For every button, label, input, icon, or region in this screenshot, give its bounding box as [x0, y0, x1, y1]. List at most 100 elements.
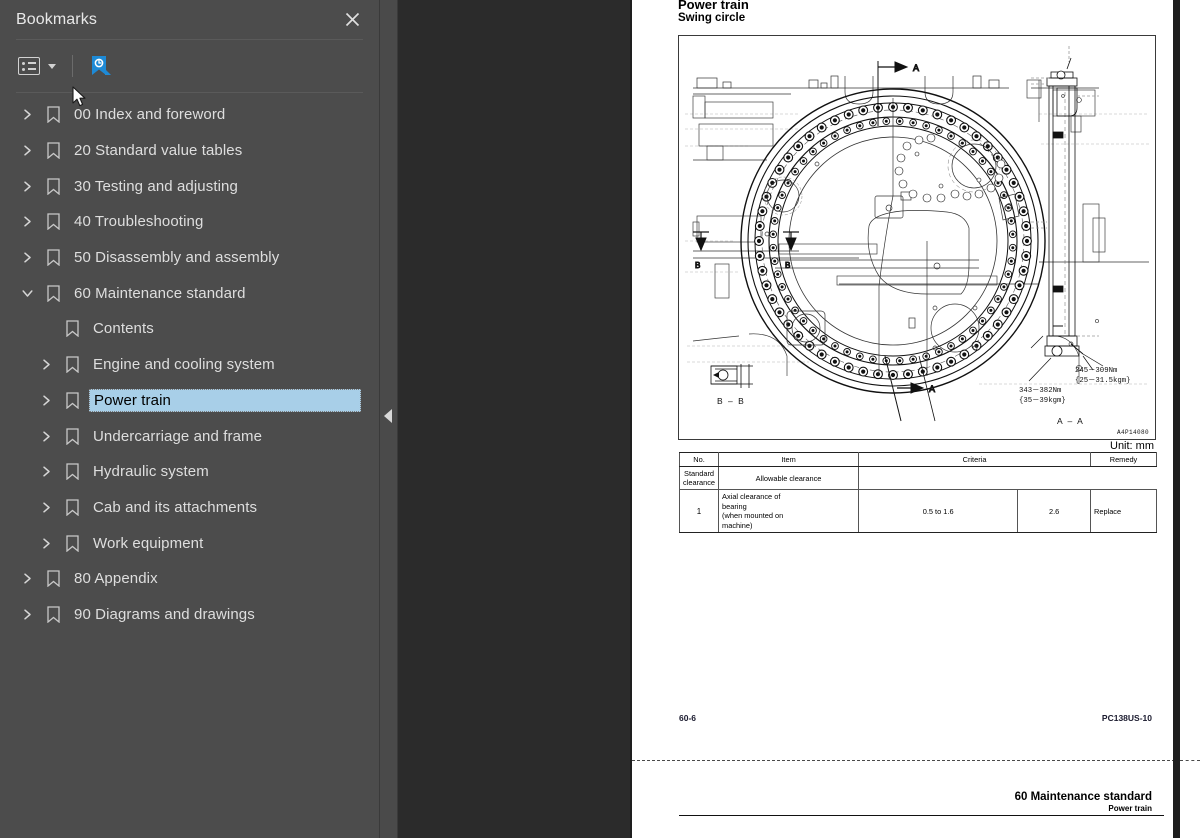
bookmark-options-button[interactable] [16, 55, 58, 77]
chevron-right-icon[interactable] [14, 216, 40, 227]
next-page-header: 60 Maintenance standard Power train [1015, 791, 1152, 814]
svg-text:A: A [913, 63, 919, 73]
chevron-right-icon[interactable] [14, 573, 40, 584]
bookmark-icon [59, 463, 85, 481]
tree-item-label: 50 Disassembly and assembly [74, 249, 280, 267]
chevron-right-icon[interactable] [33, 395, 59, 406]
chevron-right-icon[interactable] [14, 109, 40, 120]
tree-item-label: 00 Index and foreword [74, 106, 226, 124]
torque-1-line1: 245－309Nm [1075, 367, 1117, 375]
bookmark-icon [40, 178, 66, 195]
detail-bb-caption: B – B [717, 396, 745, 406]
detail-aa-caption: A – A [1057, 416, 1084, 426]
unit-note: Unit: mm [1110, 440, 1154, 452]
tree-item-undercarriage-and-frame[interactable]: Undercarriage and frame [0, 418, 379, 454]
chevron-right-icon[interactable] [33, 502, 59, 513]
chevron-right-icon[interactable] [14, 609, 40, 620]
bookmarks-tree[interactable]: 00 Index and foreword 20 Standard value t… [0, 93, 379, 838]
tree-item-label: 40 Troubleshooting [74, 213, 204, 231]
next-page-title: 60 Maintenance standard [1014, 791, 1152, 803]
technical-drawing: A A B B B – B 343－382Nm {35－39kgm} 245－3… [678, 35, 1156, 440]
page-title: Power train [678, 0, 749, 12]
bookmark-icon [40, 249, 66, 267]
svg-text:B: B [695, 261, 700, 270]
table-header-row: No. Item Criteria Remedy [678, 451, 1157, 468]
table-subheader-row: Standard clearance Allowable clearance [678, 466, 1157, 491]
bookmark-icon [40, 106, 66, 124]
panel-title: Bookmarks [16, 10, 97, 28]
chevron-right-icon[interactable] [14, 145, 40, 156]
chevron-right-icon[interactable] [14, 252, 40, 263]
tree-item-label: 30 Testing and adjusting [74, 177, 238, 195]
bookmark-icon [59, 320, 85, 338]
page-number: 60-6 [679, 713, 697, 723]
svg-text:A: A [929, 384, 935, 394]
drawing-id: A4P14080 [1116, 429, 1149, 436]
bookmark-icon [59, 392, 85, 409]
tree-item-label: Work equipment [93, 534, 204, 552]
tree-item-80-appendix[interactable]: 80 Appendix [0, 561, 379, 597]
page-right-edge [1173, 0, 1180, 838]
tree-item-cab-and-its-attachments[interactable]: Cab and its attachments [0, 490, 379, 526]
tree-item-label: Engine and cooling system [93, 356, 275, 374]
tree-item-00-index-and-foreword[interactable]: 00 Index and foreword [0, 97, 379, 133]
cell-allowable-clearance: 2.6 [1017, 489, 1091, 534]
bookmark-icon [59, 427, 85, 445]
cell-remedy: Replace [1090, 489, 1157, 534]
tree-item-20-standard-value-tables[interactable]: 20 Standard value tables [0, 133, 379, 169]
tree-item-label: Hydraulic system [93, 463, 209, 481]
tree-item-label: 20 Standard value tables [74, 142, 243, 160]
chevron-right-icon[interactable] [33, 538, 59, 549]
page-separator [632, 760, 1200, 761]
tree-item-power-train[interactable]: Power train [0, 383, 379, 419]
bookmark-icon [40, 142, 66, 160]
tree-item-90-diagrams-and-drawings[interactable]: 90 Diagrams and drawings [0, 597, 379, 633]
list-options-icon [18, 57, 40, 75]
bookmark-icon [59, 534, 85, 552]
tree-item-label: Undercarriage and frame [93, 427, 263, 445]
th-criteria: Criteria [858, 451, 1091, 468]
bookmark-icon [40, 570, 66, 588]
chevron-down-icon[interactable] [14, 288, 40, 299]
page-subtitle: Swing circle [678, 12, 746, 24]
tree-item-engine-and-cooling-system[interactable]: Engine and cooling system [0, 347, 379, 383]
panel-splitter[interactable] [380, 0, 398, 838]
chevron-right-icon[interactable] [33, 359, 59, 370]
page-footer: 60-6 PC138US-10 [632, 713, 1200, 727]
next-page-rule [679, 815, 1164, 816]
specification-table: No. Item Criteria Remedy Standard cleara… [678, 451, 1157, 534]
chevron-right-icon[interactable] [33, 466, 59, 477]
new-bookmark-icon[interactable] [87, 53, 113, 79]
torque-2-line1: 343－382Nm [1019, 387, 1061, 395]
bookmark-icon [40, 213, 66, 231]
chevron-right-icon[interactable] [14, 181, 40, 192]
tree-item-hydraulic-system[interactable]: Hydraulic system [0, 454, 379, 490]
th-item: Item [718, 451, 860, 468]
bookmarks-panel-header: Bookmarks [0, 0, 379, 39]
collapse-panel-arrow[interactable] [384, 409, 392, 423]
close-icon[interactable] [339, 7, 365, 33]
cell-item: Axial clearance of bearing (when mounted… [718, 489, 860, 534]
bookmark-icon [59, 356, 85, 374]
th-no: No. [678, 451, 720, 468]
tree-item-work-equipment[interactable]: Work equipment [0, 525, 379, 561]
tree-item-40-troubleshooting[interactable]: 40 Troubleshooting [0, 204, 379, 240]
bookmark-icon [40, 285, 66, 302]
cell-standard-clearance: 0.5 to 1.6 [858, 489, 1019, 534]
tree-item-50-disassembly-and-assembly[interactable]: 50 Disassembly and assembly [0, 240, 379, 276]
chevron-right-icon[interactable] [33, 430, 59, 442]
tree-item-contents[interactable]: Contents [0, 311, 379, 347]
model-code: PC138US-10 [1101, 713, 1152, 723]
subheader-standard: Standard clearance [678, 466, 720, 491]
table-row: 1 Axial clearance of bearing (when mount… [678, 489, 1157, 534]
pdf-reader-window: Bookmarks 00 Index and foreword 20 Stand… [0, 0, 1200, 838]
bookmarks-panel: Bookmarks 00 Index and foreword 20 Stand… [0, 0, 380, 838]
bookmark-icon [59, 499, 85, 516]
tree-item-label: 60 Maintenance standard [74, 284, 246, 302]
tree-item-label: 80 Appendix [74, 570, 158, 588]
th-remedy: Remedy [1090, 451, 1157, 468]
tree-item-30-testing-and-adjusting[interactable]: 30 Testing and adjusting [0, 168, 379, 204]
page-right-margin [1180, 0, 1200, 838]
torque-2-line2: {35－39kgm} [1019, 397, 1066, 405]
tree-item-60-maintenance-standard[interactable]: 60 Maintenance standard [0, 275, 379, 311]
